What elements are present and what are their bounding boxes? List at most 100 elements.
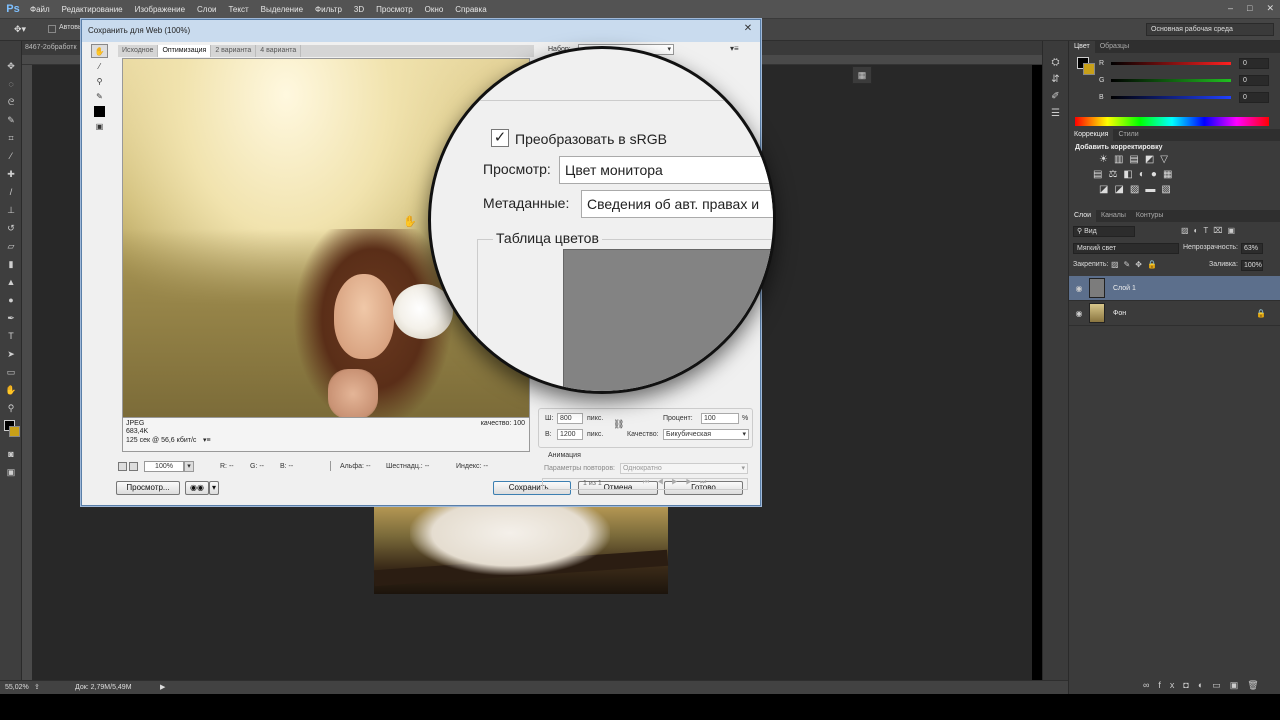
tab-paths[interactable]: Контуры [1131,210,1168,222]
opacity-value[interactable]: 63% [1241,243,1263,254]
menu-select[interactable]: Выделение [255,0,309,19]
blue-value[interactable]: 0 [1239,92,1269,103]
move-tool-icon[interactable]: ✥ [0,57,22,75]
brush-tool-icon[interactable]: / [0,183,22,201]
color-swatches[interactable] [0,417,22,445]
path-select-icon[interactable]: ➤ [0,345,22,363]
metadata-select[interactable]: Сведения об авт. правах и [581,190,773,218]
floating-panel-icon[interactable]: ▦ [852,66,872,84]
browser-icon[interactable]: ◉◉ [185,481,209,495]
red-value[interactable]: 0 [1239,58,1269,69]
close-icon[interactable]: ✕ [736,20,760,38]
stamp-tool-icon[interactable]: ⊥ [0,201,22,219]
status-menu-arrow-icon[interactable]: ▶ [160,681,165,694]
red-slider[interactable]: R 0 [1069,55,1280,72]
eraser-tool-icon[interactable]: ▱ [0,237,22,255]
menu-text[interactable]: Текст [222,0,254,19]
menu-window[interactable]: Окно [419,0,450,19]
tab-channels[interactable]: Каналы [1096,210,1131,222]
zoom-tool-icon[interactable]: ⚲ [0,399,22,417]
browser-dropdown-icon[interactable]: ▾ [209,481,219,495]
visibility-eye-icon[interactable]: ◉ [1069,284,1089,293]
crop-tool-icon[interactable]: ⌗ [0,129,22,147]
eyedropper-icon[interactable]: ✎ [91,89,108,103]
layer-row[interactable]: ◉ Слой 1 [1069,276,1280,301]
menu-3d[interactable]: 3D [348,0,370,19]
toggle-slices-icon[interactable]: ▣ [91,119,108,133]
layers-footer-icons[interactable]: ∞fx◘◐▭▣🗑 [1143,680,1268,691]
menu-edit[interactable]: Редактирование [56,0,129,19]
menu-layers[interactable]: Слои [191,0,222,19]
dodge-tool-icon[interactable]: ● [0,291,22,309]
shape-tool-icon[interactable]: ▭ [0,363,22,381]
history-icon[interactable]: ⛭ [1043,57,1068,68]
move-tool-icon[interactable]: ✥▾ [14,24,26,35]
convert-srgb-checkbox[interactable]: ✓ [491,129,509,147]
green-slider[interactable]: G 0 [1069,72,1280,89]
layer-name[interactable]: Фон [1113,310,1126,317]
zoom-out-button[interactable] [118,461,127,471]
hand-tool-icon[interactable]: ✋ [91,44,108,58]
tab-2-up[interactable]: 2 варианта [211,45,257,57]
red-slider-track[interactable] [1111,62,1231,65]
link-chain-icon[interactable]: ⛓ [613,419,624,430]
menu-image[interactable]: Изображение [129,0,191,19]
share-icon[interactable]: ⇪ [34,681,40,694]
zoom-dropdown-icon[interactable]: ▾ [184,460,194,472]
layer-filter-select[interactable]: ⚲ Вид [1073,226,1135,237]
menu-filter[interactable]: Фильтр [309,0,348,19]
zoom-level-field[interactable]: 100% [144,460,184,472]
percent-field[interactable]: 100 [701,413,739,424]
looping-select[interactable]: Однократно ▾ [620,463,748,474]
zoom-in-button[interactable] [129,461,138,471]
height-field[interactable]: 1200 [557,429,583,440]
blue-slider[interactable]: B 0 [1069,89,1280,106]
close-icon[interactable]: ✕ [1266,3,1274,14]
menu-help[interactable]: Справка [449,0,492,19]
layer-row[interactable]: ◉ Фон 🔒 [1069,301,1280,326]
resample-select[interactable]: Бикубическая ▾ [663,429,749,440]
healing-brush-icon[interactable]: ✚ [0,165,22,183]
hand-tool-icon[interactable]: ✋ [0,381,22,399]
tab-optimized[interactable]: Оптимизация [158,45,212,57]
tab-layers[interactable]: Слои [1069,210,1097,222]
blue-slider-track[interactable] [1111,96,1231,99]
history-brush-icon[interactable]: ↺ [0,219,22,237]
color-spectrum-bar[interactable] [1075,117,1269,126]
pen-tool-icon[interactable]: ✒ [0,309,22,327]
layer-name[interactable]: Слой 1 [1113,285,1136,292]
lasso-tool-icon[interactable]: ᘓ [0,93,22,111]
eyedropper-icon[interactable]: ⁄ [0,147,22,165]
fill-value[interactable]: 100% [1241,260,1263,271]
quick-mask-icon[interactable]: ◙ [0,445,22,463]
properties-icon[interactable]: ☰ [1043,108,1068,119]
download-speed-menu-icon[interactable]: ▾≡ [203,436,211,444]
green-value[interactable]: 0 [1239,75,1269,86]
layer-filter-icons[interactable]: ▨◐T⌧▣ [1181,226,1240,235]
visibility-eye-icon[interactable]: ◉ [1069,309,1089,318]
tab-color[interactable]: Цвет [1069,41,1095,53]
preview-button[interactable]: Просмотр... [116,481,180,495]
adjustment-icons-row1[interactable]: ☀▥▤◩▽ [1069,154,1280,165]
animation-nav-icons[interactable]: ⏮◀▶▶⏭ [643,479,714,487]
adjustment-icons-row2[interactable]: ▤⚖◧◐●▦ [1069,169,1280,180]
adjustment-icons-row3[interactable]: ◪◪▨▬▧ [1069,184,1280,195]
marquee-tool-icon[interactable]: ◌ [0,75,22,93]
zoom-tool-icon[interactable]: ⚲ [91,74,108,88]
workspace-select[interactable]: Основная рабочая среда [1146,23,1274,36]
zoom-level[interactable]: 55,02% [5,681,29,694]
lock-icons[interactable]: ▨✎✥🔒 [1111,260,1162,269]
slice-select-icon[interactable]: ⁄ [91,59,108,73]
tab-original[interactable]: Исходное [118,45,159,57]
blend-mode-select[interactable]: Мягкий свет [1073,243,1179,254]
color-bg-swatch[interactable] [1083,63,1095,75]
width-field[interactable]: 800 [557,413,583,424]
tab-swatches[interactable]: Образцы [1095,41,1134,53]
actions-icon[interactable]: ⇵ [1043,74,1068,85]
menu-file[interactable]: Файл [24,0,56,19]
eyedropper-color-swatch[interactable] [91,104,108,118]
tab-adjustments[interactable]: Коррекция [1069,129,1114,141]
preview-mode-select[interactable]: Цвет монитора [559,156,773,184]
blur-tool-icon[interactable]: ▲ [0,273,22,291]
screen-mode-icon[interactable]: ▣ [0,463,22,481]
